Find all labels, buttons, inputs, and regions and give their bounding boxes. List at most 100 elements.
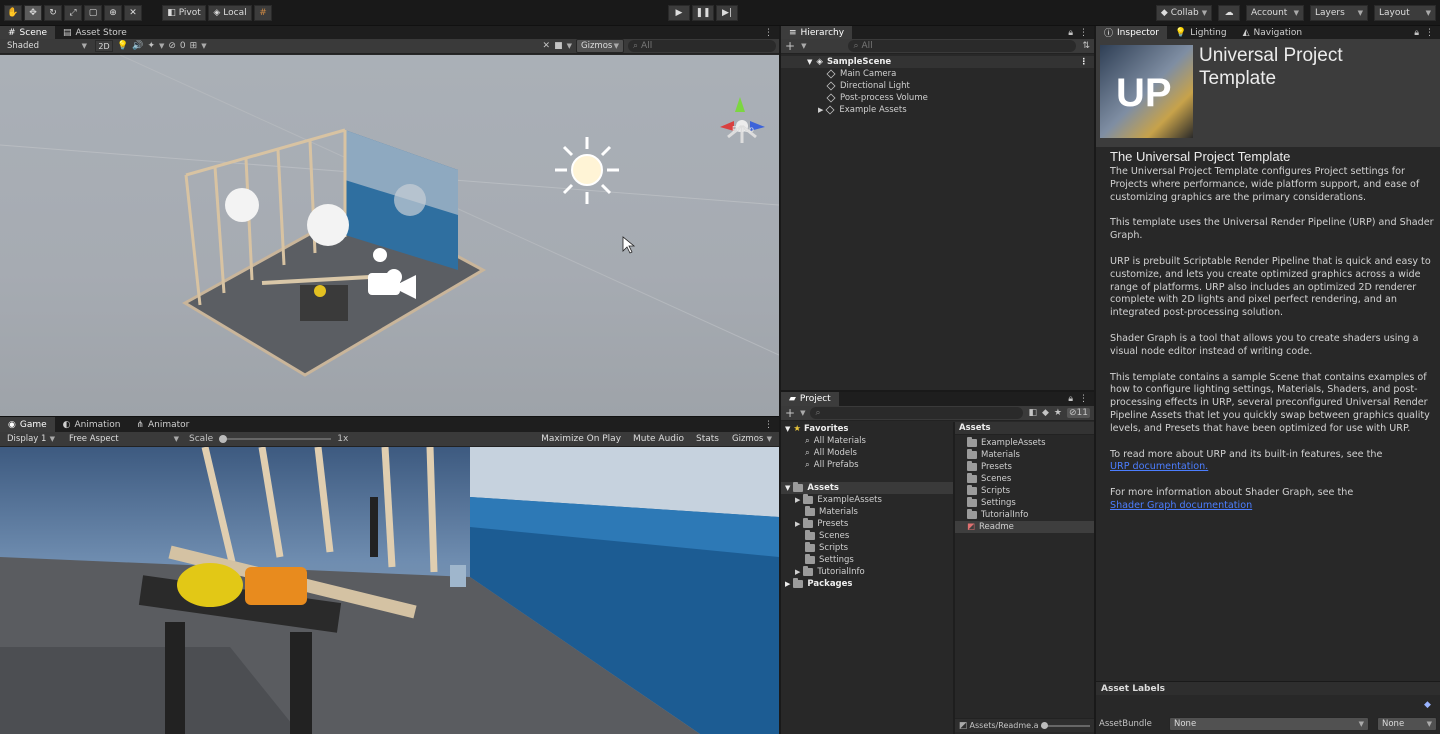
folder-scripts[interactable]: Scripts	[781, 542, 953, 554]
more-options-icon[interactable]: ⋮	[1425, 28, 1440, 38]
more-options-icon[interactable]: ⋮	[764, 28, 779, 38]
tools-icon[interactable]: ✕	[543, 41, 551, 51]
layout-dropdown[interactable]: Layout ▼	[1374, 5, 1436, 21]
shader-graph-documentation-link[interactable]: Shader Graph documentation	[1110, 500, 1434, 513]
camera-settings-icon[interactable]: ■	[554, 41, 563, 51]
hierarchy-search-input[interactable]: ⌕ All	[848, 40, 1077, 52]
chevron-right-icon[interactable]: ▶	[795, 520, 800, 528]
lock-icon[interactable]: 🔒︎	[1068, 28, 1079, 38]
display-dropdown[interactable]: Display 1 ▼	[3, 432, 59, 446]
content-breadcrumb[interactable]: Assets	[955, 422, 1094, 435]
more-options-icon[interactable]: ⋮	[1079, 394, 1094, 404]
scale-slider[interactable]	[219, 434, 332, 444]
add-button[interactable]: +	[785, 39, 795, 53]
more-options-icon[interactable]: ⋮	[1080, 57, 1095, 67]
chevron-right-icon[interactable]: ▶	[785, 580, 790, 588]
aspect-dropdown[interactable]: Free Aspect ▼	[65, 432, 183, 446]
2d-toggle[interactable]: 2D	[95, 40, 113, 52]
hand-tool-button[interactable]: ✋	[4, 4, 22, 21]
folder-scenes[interactable]: Scenes	[781, 530, 953, 542]
tree-item-example-assets[interactable]: ▶ Example Assets	[781, 104, 1094, 116]
urp-documentation-link[interactable]: URP documentation.	[1110, 461, 1434, 474]
chevron-right-icon[interactable]: ▶	[795, 496, 800, 504]
favorites-header[interactable]: ▼ ★ Favorites	[781, 423, 953, 435]
item-scripts[interactable]: Scripts	[955, 485, 1094, 497]
tab-lighting[interactable]: 💡 Lighting	[1167, 26, 1235, 39]
chevron-down-icon[interactable]: ▼	[567, 42, 572, 50]
item-tutorial-info[interactable]: TutorialInfo	[955, 509, 1094, 521]
chevron-down-icon[interactable]: ▼	[785, 484, 790, 492]
item-presets[interactable]: Presets	[955, 461, 1094, 473]
item-settings[interactable]: Settings	[955, 497, 1094, 509]
chevron-down-icon[interactable]: ▼	[201, 42, 206, 50]
game-viewport[interactable]	[0, 447, 779, 734]
tab-navigation[interactable]: ◭ Navigation	[1235, 26, 1310, 39]
tab-hierarchy[interactable]: ≡ Hierarchy	[781, 26, 853, 39]
asset-labels-bar[interactable]: Asset Labels	[1096, 681, 1440, 695]
perspective-label[interactable]: Persp	[732, 125, 754, 134]
chevron-down-icon[interactable]: ▼	[785, 425, 790, 433]
lock-icon[interactable]: 🔒︎	[1068, 394, 1079, 404]
audio-toggle-icon[interactable]: 🔊	[132, 41, 143, 51]
favorite-all-materials[interactable]: ⌕ All Materials	[781, 435, 953, 447]
scale-tool-button[interactable]: ⤢	[64, 4, 82, 21]
item-readme[interactable]: ◩ Readme	[955, 521, 1094, 533]
tree-item-directional-light[interactable]: Directional Light	[781, 80, 1094, 92]
chevron-down-icon[interactable]: ▼	[159, 42, 164, 50]
game-gizmos-dropdown[interactable]: Gizmos ▼	[728, 432, 776, 446]
layers-dropdown[interactable]: Layers ▼	[1310, 5, 1368, 21]
assets-root[interactable]: ▼ Assets	[781, 482, 953, 494]
filter-type-icon[interactable]: ◧	[1028, 408, 1037, 418]
lighting-toggle-icon[interactable]: 💡	[117, 41, 128, 51]
gizmos-dropdown[interactable]: Gizmos ▼	[576, 39, 624, 53]
scene-root[interactable]: ▼ ◈ SampleScene ⋮	[781, 56, 1094, 68]
grid-toggle-icon[interactable]: ⊞	[190, 41, 198, 51]
effects-toggle-icon[interactable]: ✦	[147, 41, 155, 51]
tab-game[interactable]: ◉ Game	[0, 417, 55, 432]
favorite-all-models[interactable]: ⌕ All Models	[781, 447, 953, 459]
tab-animator[interactable]: ⋔ Animator	[128, 417, 197, 432]
scene-viewport[interactable]: Persp	[0, 55, 779, 416]
scene-search-input[interactable]: ⌕ All	[628, 40, 776, 52]
folder-example-assets[interactable]: ▶ ExampleAssets	[781, 494, 953, 506]
favorite-all-prefabs[interactable]: ⌕ All Prefabs	[781, 459, 953, 471]
tree-item-main-camera[interactable]: Main Camera	[781, 68, 1094, 80]
tab-animation[interactable]: ◐ Animation	[55, 417, 129, 432]
tab-project[interactable]: ▰ Project	[781, 392, 839, 406]
chevron-right-icon[interactable]: ▶	[818, 106, 823, 114]
collab-dropdown[interactable]: ◆ Collab ▼	[1156, 5, 1212, 21]
cloud-button[interactable]: ☁	[1218, 5, 1240, 21]
asset-variant-dropdown[interactable]: None ▼	[1377, 717, 1437, 731]
more-options-icon[interactable]: ⋮	[1079, 28, 1094, 38]
shading-mode-dropdown[interactable]: Shaded ▼	[3, 39, 91, 53]
play-button[interactable]: ▶	[668, 5, 690, 21]
chevron-down-icon[interactable]: ▼	[801, 42, 806, 50]
add-button[interactable]: +	[785, 406, 795, 420]
move-tool-button[interactable]: ✥	[24, 4, 42, 21]
packages-root[interactable]: ▶ Packages	[781, 578, 953, 590]
pause-button[interactable]: ❚❚	[692, 5, 714, 21]
chevron-down-icon[interactable]: ▼	[807, 58, 812, 66]
asset-bundle-dropdown[interactable]: None ▼	[1169, 717, 1369, 731]
folder-materials[interactable]: Materials	[781, 506, 953, 518]
chevron-right-icon[interactable]: ▶	[795, 568, 800, 576]
more-options-icon[interactable]: ⋮	[764, 420, 779, 430]
chevron-down-icon[interactable]: ▼	[800, 409, 805, 417]
folder-settings[interactable]: Settings	[781, 554, 953, 566]
filter-label-icon[interactable]: ◆	[1042, 408, 1049, 418]
local-toggle[interactable]: ◈ Local	[208, 4, 252, 21]
rect-tool-button[interactable]: ▢	[84, 4, 102, 21]
grid-snap-button[interactable]: #	[254, 4, 272, 21]
tab-inspector[interactable]: ⓘ Inspector	[1096, 26, 1167, 39]
project-search-input[interactable]: ⌕	[810, 407, 1024, 419]
icon-size-slider[interactable]	[1040, 721, 1090, 730]
stats-toggle[interactable]: Stats	[693, 432, 722, 446]
item-scenes[interactable]: Scenes	[955, 473, 1094, 485]
rotate-tool-button[interactable]: ↻	[44, 4, 62, 21]
account-dropdown[interactable]: Account ▼	[1246, 5, 1304, 21]
hidden-packages-icon[interactable]: ⊘11	[1067, 408, 1090, 418]
mute-audio-toggle[interactable]: Mute Audio	[630, 432, 688, 446]
item-materials[interactable]: Materials	[955, 449, 1094, 461]
lock-icon[interactable]: 🔒︎	[1414, 28, 1425, 38]
visibility-icon[interactable]: ⊘	[168, 41, 176, 51]
